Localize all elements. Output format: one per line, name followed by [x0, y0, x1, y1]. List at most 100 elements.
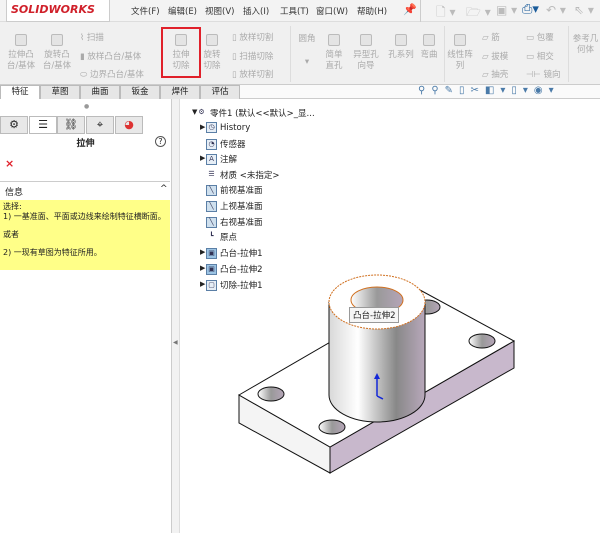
reference-geometry-button[interactable]: 参考几何体 — [571, 34, 600, 56]
draft-button[interactable]: ▱ 拔模 — [482, 50, 508, 62]
info-line: 或者 — [3, 230, 19, 239]
menu-window[interactable]: 窗口(W) — [316, 5, 348, 17]
extrude-boss-button[interactable]: 拉伸凸台/基体 — [6, 34, 36, 72]
collapse-icon[interactable]: ^ — [160, 184, 168, 194]
intersect-label: 相交 — [536, 52, 554, 62]
new-file-icon[interactable]: 🗋 ▾ — [436, 3, 456, 24]
hole-wizard-icon — [360, 34, 372, 46]
linear-pattern-button[interactable]: 线性阵列 — [447, 34, 473, 72]
tree-item-sensors[interactable]: ◔ 传感器 — [206, 138, 246, 150]
tree-label: 上视基准面 — [220, 202, 263, 212]
feature-manager-tab[interactable]: ⚙ — [0, 116, 28, 134]
cancel-button[interactable]: × — [5, 157, 14, 170]
configuration-manager-tab[interactable]: ⛓ — [57, 116, 85, 134]
origin-icon: ┗ — [209, 232, 214, 240]
info-line: 选择: — [3, 202, 22, 211]
panel-splitter[interactable]: ◀ — [172, 99, 180, 533]
extrude-boss-label: 拉伸凸台/基体 — [6, 50, 36, 71]
solidworks-logo[interactable]: SOLIDWORKS — [6, 0, 110, 22]
history-icon: ◷ — [206, 122, 217, 133]
loft-cut-button[interactable]: ▯ 放样切割 — [232, 31, 273, 43]
sweep-cut-button[interactable]: ▯ 扫描切除 — [232, 50, 273, 62]
tab-weldments[interactable]: 焊件 — [160, 85, 200, 99]
tab-sheet-metal[interactable]: 钣金 — [120, 85, 160, 99]
help-button[interactable]: ? — [155, 136, 166, 147]
menu-insert[interactable]: 插入(I) — [243, 5, 269, 17]
revolve-boss-button[interactable]: 旋转凸台/基体 — [42, 34, 72, 72]
tree-item-origin[interactable]: ┗ 原点 — [206, 231, 237, 243]
fillet-button[interactable]: 圆角 ▾ — [297, 34, 317, 68]
tree-item-boss-extrude2[interactable]: ▶ ▣ 凸台-拉伸2 — [200, 263, 263, 275]
tree-item-cut-extrude1[interactable]: ▶ ▢ 切除-拉伸1 — [200, 279, 262, 291]
sweep-label: 扫描 — [86, 33, 104, 43]
extrude-cut-button[interactable]: 拉伸切除 — [161, 27, 201, 78]
tree-item-front-plane[interactable]: ╲ 前视基准面 — [206, 184, 263, 196]
extrude-boss-icon — [15, 34, 27, 46]
rib-button[interactable]: ▱ 筋 — [482, 31, 500, 43]
print-icon[interactable]: ⎙▾ — [522, 2, 539, 17]
hole-series-label: 孔系列 — [388, 50, 414, 60]
save-icon[interactable]: ▣ ▾ — [496, 3, 517, 17]
simple-hole-label: 简单直孔 — [325, 50, 343, 71]
loft-cut-label: 放样切割 — [239, 33, 274, 43]
pin-icon[interactable]: 📌 — [403, 3, 417, 16]
tab-sketch[interactable]: 草图 — [40, 85, 80, 99]
flex-label: 弯曲 — [420, 50, 438, 60]
tree-item-boss-extrude1[interactable]: ▶ ▣ 凸台-拉伸1 — [200, 247, 263, 259]
property-manager-tab[interactable]: ☰ — [29, 116, 57, 134]
sweep-button[interactable]: ⌇ 扫描 — [80, 31, 104, 43]
tree-root[interactable]: ▼ ⚙ 零件1 (默认<<默认>_显... — [192, 107, 315, 119]
sensor-icon: ◔ — [206, 139, 217, 150]
tree-item-right-plane[interactable]: ╲ 右视基准面 — [206, 216, 263, 228]
reference-geometry-label: 参考几何体 — [572, 34, 599, 55]
tab-features[interactable]: 特征 — [0, 85, 40, 99]
menu-tools[interactable]: 工具(T) — [280, 5, 309, 17]
tab-evaluate[interactable]: 评估 — [200, 85, 240, 99]
mirror-label: 镜向 — [543, 70, 561, 80]
wrap-button[interactable]: ▭ 包覆 — [526, 31, 554, 43]
revolve-boss-icon — [51, 34, 63, 46]
tree-label: 凸台-拉伸1 — [220, 249, 263, 259]
tab-surfaces[interactable]: 曲面 — [80, 85, 120, 99]
boundary-cut-button[interactable]: ▯ 放样切割 — [232, 68, 273, 80]
hole-series-icon — [395, 34, 407, 46]
info-line: 1) 一基准面、平面或边线来绘制特征横断面。 — [3, 212, 166, 221]
revolve-cut-button[interactable]: 旋转切除 — [200, 34, 224, 72]
menu-view[interactable]: 视图(V) — [205, 5, 234, 17]
dimxpert-tab[interactable]: ⌖ — [86, 116, 114, 134]
tree-item-material[interactable]: ☰ 材质 <未指定> — [206, 169, 279, 181]
undo-icon[interactable]: ↶ ▾ — [546, 3, 566, 17]
mirror-button[interactable]: ⊣⊢ 镜向 — [526, 68, 561, 80]
boundary-boss-button[interactable]: ⬭ 边界凸台/基体 — [80, 68, 144, 80]
menu-file[interactable]: 文件(F) — [131, 5, 160, 17]
tree-item-top-plane[interactable]: ╲ 上视基准面 — [206, 200, 263, 212]
mount-hole — [468, 333, 496, 349]
flex-button[interactable]: 弯曲 — [418, 34, 440, 61]
boundary-cut-label: 放样切割 — [239, 70, 274, 80]
menu-help[interactable]: 帮助(H) — [357, 5, 387, 17]
rib-label: 筋 — [491, 33, 500, 43]
cut-feature-icon: ▢ — [206, 280, 217, 291]
info-line: 2) 一现有草图为特征所用。 — [3, 248, 102, 257]
part-icon: ⚙ — [198, 108, 205, 116]
shell-button[interactable]: ▱ 抽壳 — [482, 68, 508, 80]
panel-grip-icon: ● — [84, 103, 90, 110]
mount-hole — [257, 386, 285, 402]
tree-item-history[interactable]: ▶ ◷ History — [200, 122, 251, 133]
splitter-arrow-icon[interactable]: ◀ — [173, 339, 178, 346]
hole-series-button[interactable]: 孔系列 — [386, 34, 416, 61]
select-icon[interactable]: ⇖ ▾ — [574, 3, 594, 17]
open-file-icon[interactable]: 🗁 ▾ — [466, 3, 491, 24]
loft-button[interactable]: ▮ 放样凸台/基体 — [80, 50, 141, 62]
menu-edit[interactable]: 编辑(E) — [168, 5, 197, 17]
tree-label: History — [220, 123, 251, 133]
tree-item-annotations[interactable]: ▶ A 注解 — [200, 153, 237, 165]
tree-label: 凸台-拉伸2 — [220, 265, 263, 275]
plane-icon: ╲ — [206, 217, 217, 228]
simple-hole-button[interactable]: 简单直孔 — [322, 34, 346, 72]
display-manager-tab[interactable]: ◕ — [115, 116, 143, 134]
hole-wizard-button[interactable]: 异型孔向导 — [353, 34, 379, 72]
material-icon: ☰ — [208, 170, 215, 178]
view-toolbar-icons[interactable]: ⚲⚲✎▯✂◧▾▯▾◉▾ — [418, 85, 560, 96]
intersect-button[interactable]: ▭ 相交 — [526, 50, 554, 62]
